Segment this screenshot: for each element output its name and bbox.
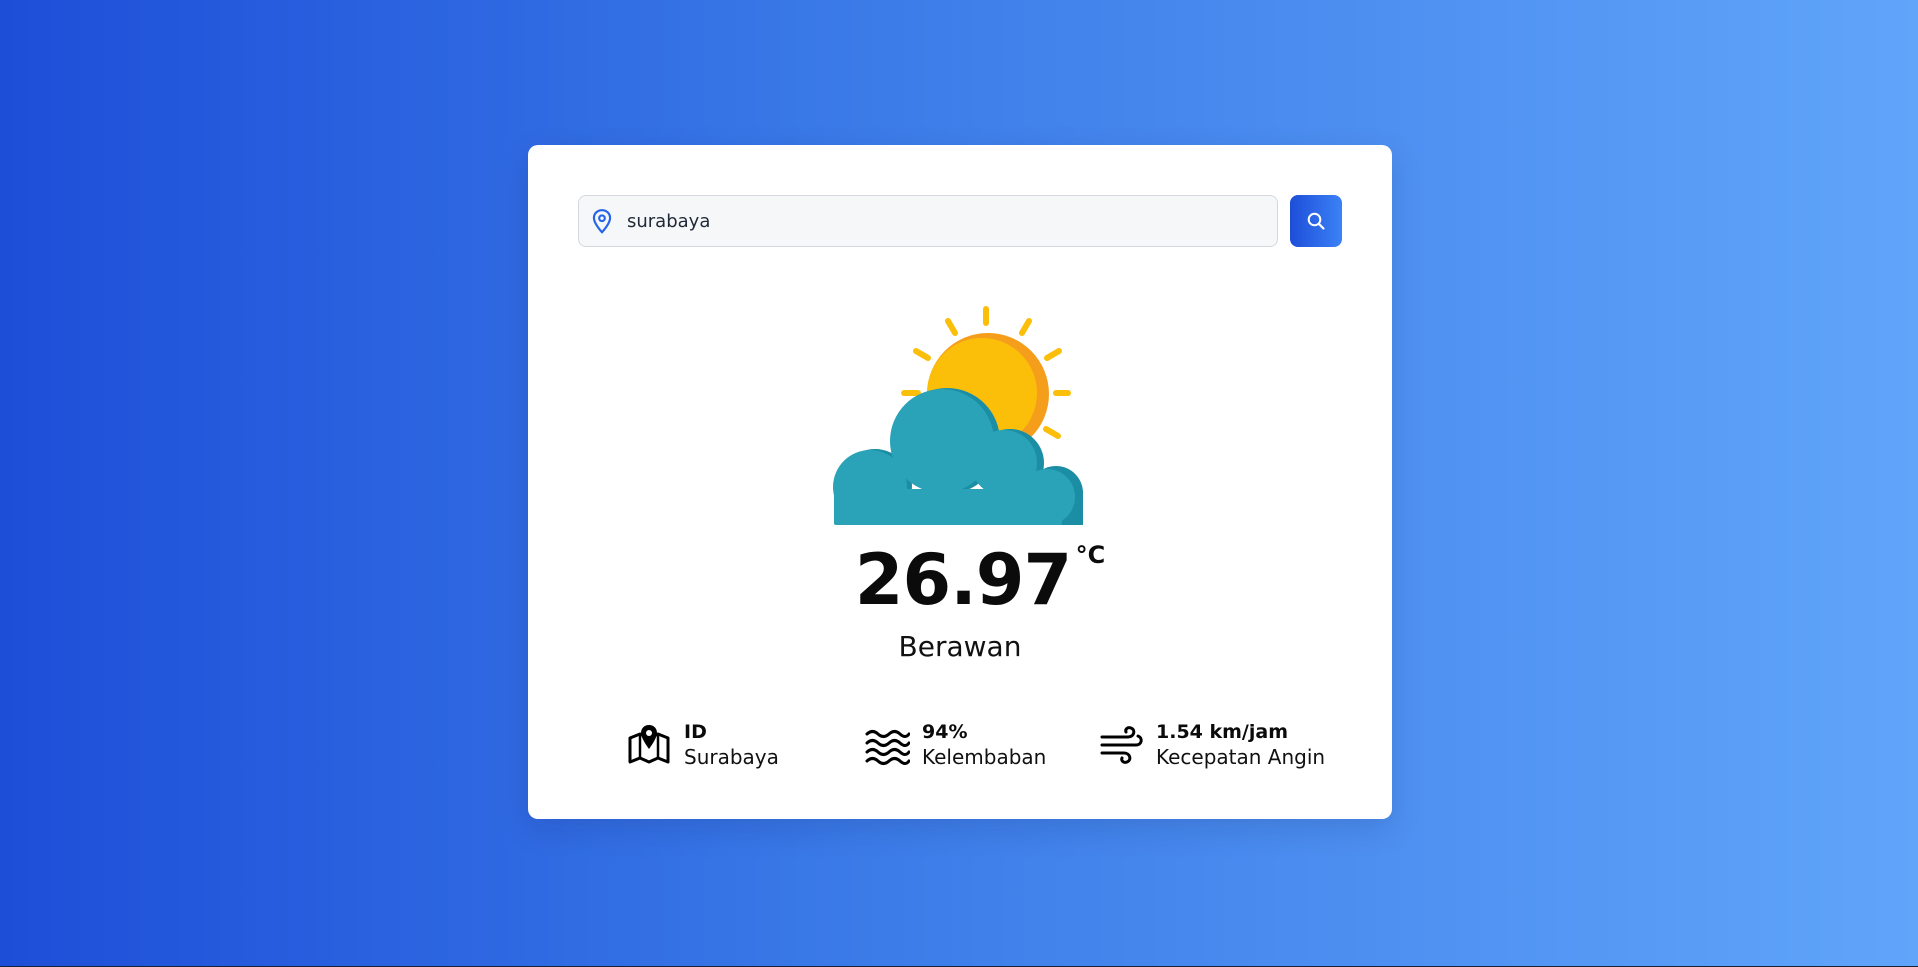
temperature-unit: °C <box>1075 541 1106 569</box>
weather-condition: Berawan <box>898 630 1022 663</box>
temperature-value: 26.97 °C <box>854 539 1106 621</box>
search-field[interactable] <box>578 195 1278 247</box>
partly-cloudy-icon <box>833 306 1083 525</box>
humidity-label: Kelembaban <box>922 744 1047 769</box>
humidity-value: 94% <box>922 720 968 743</box>
map-icon <box>628 725 670 764</box>
search-icon <box>1307 212 1325 230</box>
detail-wind: 1.54 km/jam Kecepatan Angin <box>1098 715 1325 775</box>
weather-card: 26.97°C Berawan ID Surabaya <box>528 145 1392 819</box>
temperature-display: 26.97 °C <box>528 535 1392 625</box>
search-input[interactable] <box>627 196 1267 246</box>
detail-humidity: 94% Kelembaban <box>864 715 1046 775</box>
detail-location: ID Surabaya <box>626 715 779 775</box>
search-button[interactable] <box>1290 195 1342 247</box>
location-pin-icon <box>592 209 612 234</box>
humidity-waves-icon <box>865 730 910 765</box>
search-bar <box>578 195 1342 247</box>
wind-speed-value: 1.54 km/jam <box>1156 720 1288 743</box>
detail-country: ID <box>684 720 707 743</box>
detail-city: Surabaya <box>684 744 779 769</box>
wind-icon <box>1100 726 1143 764</box>
wind-speed-label: Kecepatan Angin <box>1156 744 1326 769</box>
weather-details: ID Surabaya 94% Kelembaban 1.54 km/jam K… <box>528 715 1392 775</box>
